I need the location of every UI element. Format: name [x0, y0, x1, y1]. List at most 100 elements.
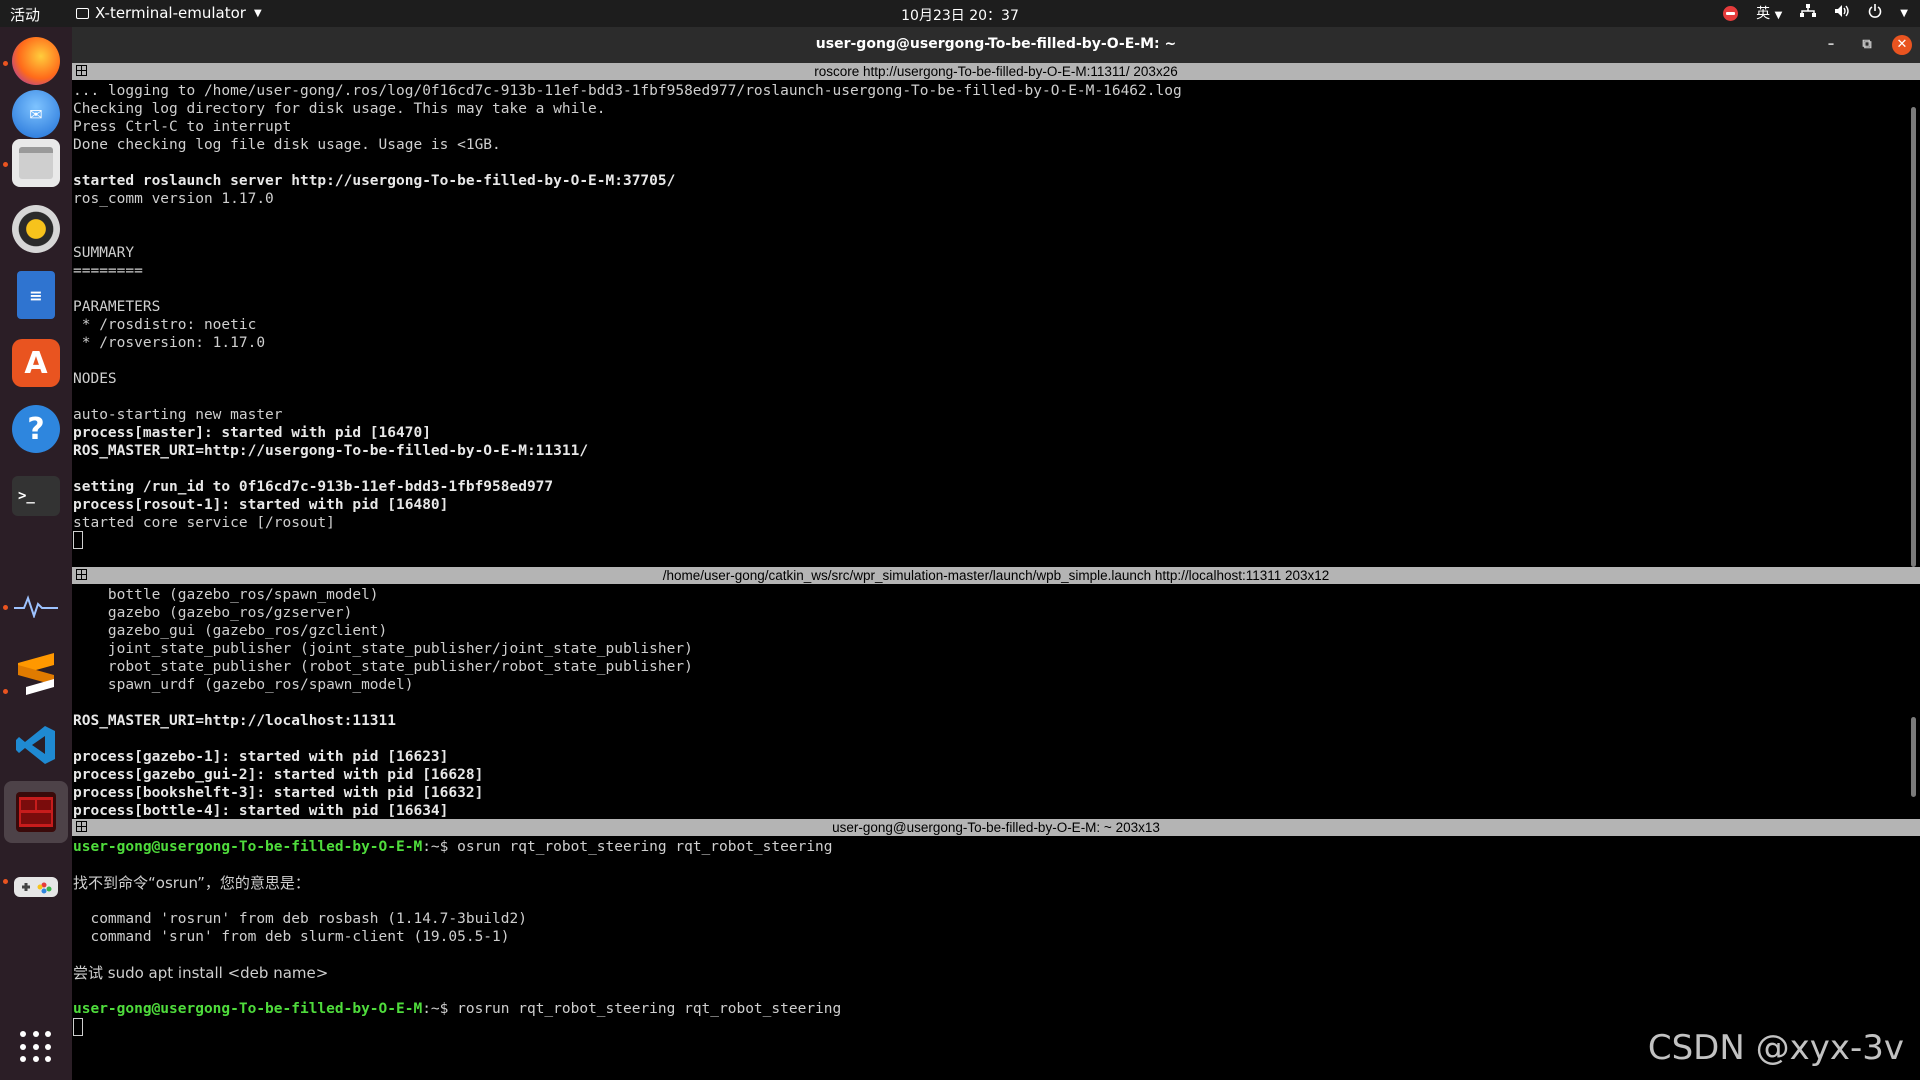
caret-down-icon[interactable]: ▼ [1900, 8, 1908, 19]
output-line: SUMMARY [73, 245, 135, 261]
watermark: CSDN @xyx-3v [1647, 1028, 1904, 1068]
prompt-user-host: user-gong@usergong-To-be-filled-by-O-E-M [73, 839, 423, 855]
cursor-line [73, 1018, 1910, 1036]
running-indicator [3, 162, 8, 167]
output-line: ros_comm version 1.17.0 [73, 191, 274, 207]
output-line: process[gazebo_gui-2]: started with pid … [73, 767, 484, 783]
output-line: process[gazebo-1]: started with pid [166… [73, 749, 449, 765]
running-indicator [3, 605, 8, 610]
output-line: command 'rosrun' from deb rosbash (1.14.… [73, 911, 527, 927]
output-line: 找不到命令“osrun”，您的意思是： [73, 874, 310, 892]
terminal-output: bottle (gazebo_ros/spawn_model) gazebo (… [72, 584, 1910, 819]
terminator-icon[interactable] [16, 792, 56, 832]
top-bar: 活动 X-terminal-emulator ▼ 10月23日 20：37 英 … [0, 0, 1920, 27]
restore-icon[interactable]: ⧉ [1858, 36, 1876, 54]
terminal-cursor [73, 531, 83, 549]
prompt-line: user-gong@usergong-To-be-filled-by-O-E-M… [73, 838, 1910, 856]
output-line: process[master]: started with pid [16470… [73, 425, 431, 441]
command-text: rosrun rqt_robot_steering rqt_robot_stee… [457, 1001, 842, 1017]
output-line: Checking log directory for disk usage. T… [73, 101, 606, 117]
firefox-icon[interactable] [12, 37, 60, 85]
minimize-icon[interactable]: – [1822, 36, 1840, 54]
help-icon[interactable]: ? [12, 405, 60, 453]
output-line: 尝试 sudo apt install <deb name> [73, 964, 329, 982]
writer-icon[interactable]: ≡ [17, 271, 55, 319]
scrollbar-roscore[interactable] [1911, 107, 1916, 567]
output-line: Done checking log file disk usage. Usage… [73, 137, 501, 153]
volume-icon[interactable] [1834, 4, 1850, 22]
output-line: joint_state_publisher (joint_state_publi… [73, 641, 693, 657]
sublime-icon[interactable] [12, 651, 60, 699]
output-line: process[bottle-4]: started with pid [166… [73, 803, 449, 819]
input-method-indicator[interactable]: 英 ▼ [1756, 3, 1782, 23]
output-line: setting /run_id to 0f16cd7c-913b-11ef-bd… [73, 479, 554, 495]
prompt-suffix: :~$ [422, 839, 458, 855]
terminal-window: user-gong@usergong-To-be-filled-by-O-E-M… [72, 27, 1920, 1080]
output-line: * /rosdistro: noetic [73, 317, 257, 333]
terminal-icon[interactable]: >_ [12, 476, 60, 516]
pane-launch[interactable]: bottle (gazebo_ros/spawn_model) gazebo (… [72, 584, 1910, 819]
rhythmbox-icon[interactable] [12, 205, 60, 253]
output-line: process[rosout-1]: started with pid [164… [73, 497, 449, 513]
scrollbar-launch[interactable] [1911, 717, 1916, 797]
input-method-label: 英 [1756, 6, 1771, 22]
game-icon[interactable] [12, 863, 60, 911]
pane-header-launch[interactable]: /home/user-gong/catkin_ws/src/wpr_simula… [72, 567, 1920, 584]
pane-title: roscore http://usergong-To-be-filled-by-… [814, 64, 1178, 79]
output-line: * /rosversion: 1.17.0 [73, 335, 266, 351]
output-line: command 'srun' from deb slurm-client (19… [73, 929, 510, 945]
terminal-output: user-gong@usergong-To-be-filled-by-O-E-M… [72, 836, 1910, 1036]
software-icon[interactable]: A [12, 339, 60, 387]
output-line: bottle (gazebo_ros/spawn_model) [73, 587, 379, 603]
pane-shell[interactable]: user-gong@usergong-To-be-filled-by-O-E-M… [72, 836, 1910, 1080]
output-line: started core service [/rosout] [73, 515, 335, 531]
pane-roscore[interactable]: ... logging to /home/user-gong/.ros/log/… [72, 80, 1910, 566]
pane-title: /home/user-gong/catkin_ws/src/wpr_simula… [662, 568, 1330, 583]
vscode-icon[interactable] [12, 721, 60, 769]
close-icon[interactable]: ✕ [1892, 35, 1912, 55]
output-line: started roslaunch server http://usergong… [73, 173, 676, 189]
output-line: PARAMETERS [73, 299, 161, 315]
output-line: gazebo (gazebo_ros/gzserver) [73, 605, 353, 621]
prompt-suffix: :~$ [422, 1001, 458, 1017]
pane-title: user-gong@usergong-To-be-filled-by-O-E-M… [832, 820, 1160, 835]
pane-header-roscore[interactable]: roscore http://usergong-To-be-filled-by-… [72, 63, 1920, 80]
output-line: Press Ctrl-C to interrupt [73, 119, 292, 135]
files-icon[interactable] [12, 139, 60, 187]
caret-down-icon: ▼ [1774, 10, 1783, 21]
running-indicator [3, 879, 8, 884]
output-line: ROS_MASTER_URI=http://localhost:11311 [73, 713, 397, 729]
clock[interactable]: 10月23日 20：37 [0, 5, 1920, 25]
output-line: ======== [73, 263, 143, 279]
thunderbird-icon[interactable]: ✉ [12, 90, 60, 138]
dock: ✉ ≡ A ? >_ [0, 27, 72, 1080]
output-line: gazebo_gui (gazebo_ros/gzclient) [73, 623, 388, 639]
system-tray: 英 ▼ ▼ [1723, 3, 1908, 23]
running-indicator [3, 61, 8, 66]
terminal-output: ... logging to /home/user-gong/.ros/log/… [72, 80, 1910, 532]
prompt-line: user-gong@usergong-To-be-filled-by-O-E-M… [73, 1000, 1910, 1018]
prompt-user-host: user-gong@usergong-To-be-filled-by-O-E-M [73, 1001, 423, 1017]
power-icon[interactable] [1868, 4, 1882, 22]
network-icon[interactable] [1800, 4, 1817, 22]
output-line: process[bookshelft-3]: started with pid … [73, 785, 484, 801]
do-not-disturb-icon[interactable] [1723, 5, 1739, 21]
pane-header-shell[interactable]: user-gong@usergong-To-be-filled-by-O-E-M… [72, 819, 1920, 836]
window-titlebar[interactable]: user-gong@usergong-To-be-filled-by-O-E-M… [72, 27, 1920, 63]
terminal-cursor [73, 1018, 83, 1036]
show-apps-icon[interactable] [20, 1031, 52, 1063]
system-monitor-icon[interactable] [12, 582, 60, 630]
running-indicator [3, 689, 8, 694]
